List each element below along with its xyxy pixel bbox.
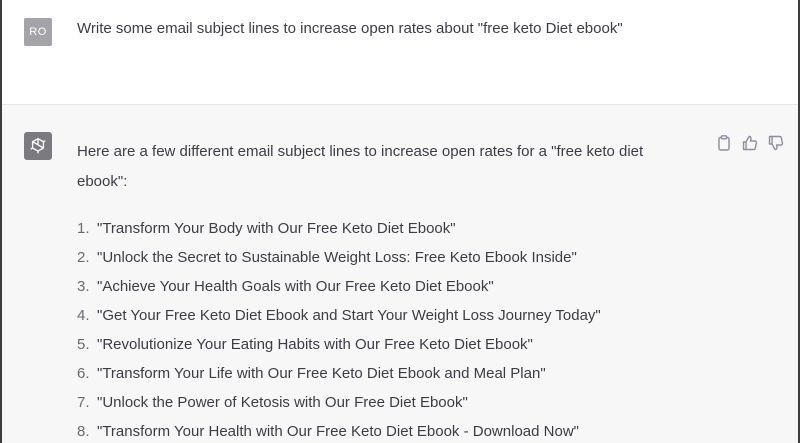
list-item: 1. "Transform Your Body with Our Free Ket… [77,220,456,237]
list-item: 5. "Revolutionize Your Eating Habits with… [77,336,533,353]
assistant-message-row: Here are a few different email subject l… [2,105,798,443]
message-actions [716,135,784,151]
list-item: 4. "Get Your Free Keto Diet Ebook and Sta… [77,307,601,324]
openai-logo-icon [24,132,52,160]
clipboard-icon[interactable] [716,135,732,151]
chat-window: RO Write some email subject lines to inc… [0,0,800,443]
subject-lines-list: 1. "Transform Your Body with Our Free Ket… [77,214,601,443]
list-item: 3. "Achieve Your Health Goals with Our Fr… [77,278,494,295]
user-message-row: RO Write some email subject lines to inc… [2,0,798,105]
user-avatar: RO [24,18,52,46]
user-message-text: Write some email subject lines to increa… [77,20,623,37]
list-item: 2. "Unlock the Secret to Sustainable Weig… [77,249,577,266]
list-item: 8. "Transform Your Health with Our Free K… [77,423,579,440]
assistant-intro-text: Here are a few different email subject l… [77,143,644,190]
list-item: 6. "Transform Your Life with Our Free Ket… [77,365,546,382]
thumbs-up-icon[interactable] [742,135,758,151]
list-item: 7. "Unlock the Power of Ketosis with Our … [77,394,468,411]
thumbs-down-icon[interactable] [768,135,784,151]
